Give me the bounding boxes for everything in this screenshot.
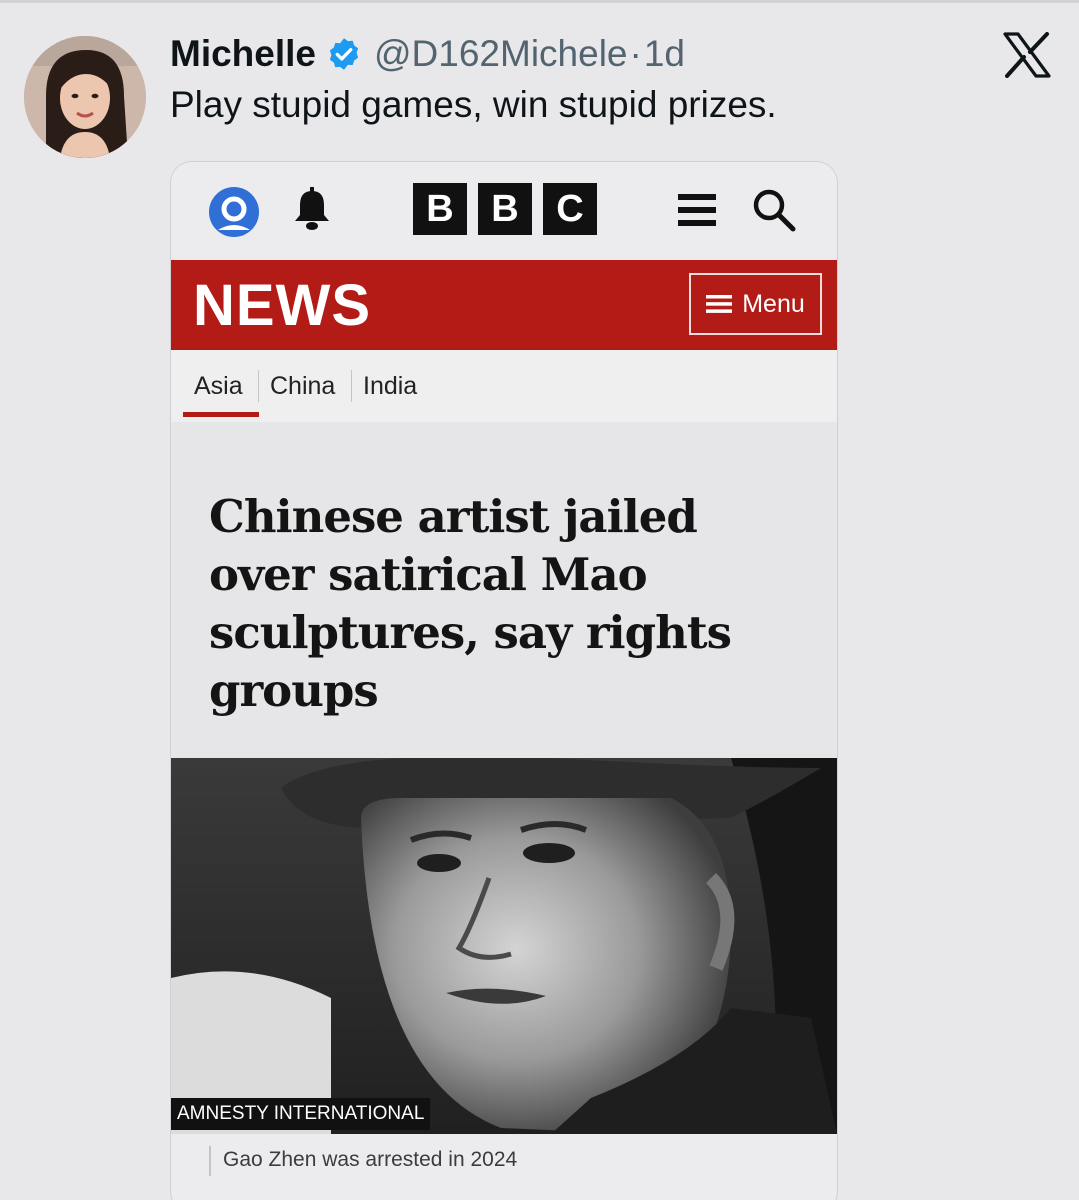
bbc-article-card[interactable]: B B C NEWS Menu Asia China India Chinese… bbox=[170, 161, 838, 1200]
search-icon[interactable] bbox=[751, 187, 797, 233]
menu-button[interactable]: Menu bbox=[689, 273, 822, 335]
menu-lines-icon bbox=[706, 295, 733, 313]
hamburger-icon[interactable] bbox=[676, 190, 718, 230]
nav-separator bbox=[258, 370, 259, 402]
tweet-text: Play stupid games, win stupid prizes. bbox=[170, 84, 777, 125]
meta-separator: · bbox=[629, 33, 642, 74]
nav-item-india[interactable]: India bbox=[363, 372, 417, 401]
nav-separator bbox=[351, 370, 352, 402]
nav-item-china[interactable]: China bbox=[270, 372, 335, 401]
news-wordmark[interactable]: NEWS bbox=[193, 272, 371, 339]
menu-label: Menu bbox=[742, 289, 805, 318]
tweet-screenshot: Michelle @D162Michele · 1d Play stupid g… bbox=[0, 0, 1079, 1200]
photo-credit: AMNESTY INTERNATIONAL bbox=[171, 1098, 431, 1130]
caption-rule bbox=[209, 1146, 211, 1176]
bbc-logo-letter: C bbox=[543, 183, 597, 235]
headline-area: Chinese artist jailed over satirical Mao… bbox=[171, 422, 837, 758]
tweet-header: Michelle @D162Michele · 1d bbox=[170, 28, 685, 80]
avatar[interactable] bbox=[24, 36, 146, 158]
user-handle[interactable]: @D162Michele bbox=[374, 33, 628, 75]
portrait-image bbox=[171, 758, 837, 1134]
photo-caption: Gao Zhen was arrested in 2024 bbox=[223, 1148, 518, 1171]
bbc-header: B B C bbox=[171, 162, 837, 260]
bbc-logo-letter: B bbox=[478, 183, 532, 235]
nav-active-indicator bbox=[183, 412, 259, 417]
display-name[interactable]: Michelle bbox=[170, 33, 316, 75]
section-nav: Asia China India bbox=[171, 350, 837, 422]
top-divider bbox=[0, 0, 1079, 3]
x-logo-icon[interactable] bbox=[1003, 32, 1051, 78]
article-photo[interactable]: AMNESTY INTERNATIONAL bbox=[171, 758, 837, 1134]
verified-badge-icon bbox=[326, 36, 362, 72]
news-banner: NEWS Menu bbox=[171, 260, 837, 350]
post-time[interactable]: 1d bbox=[644, 33, 685, 75]
caption-area: Gao Zhen was arrested in 2024 bbox=[171, 1134, 837, 1200]
bbc-logo[interactable]: B B C bbox=[413, 183, 597, 235]
bbc-logo-letter: B bbox=[413, 183, 467, 235]
article-headline[interactable]: Chinese artist jailed over satirical Mao… bbox=[209, 488, 809, 720]
bell-icon[interactable] bbox=[291, 186, 333, 232]
account-icon[interactable] bbox=[208, 186, 260, 238]
nav-item-asia[interactable]: Asia bbox=[194, 372, 243, 401]
